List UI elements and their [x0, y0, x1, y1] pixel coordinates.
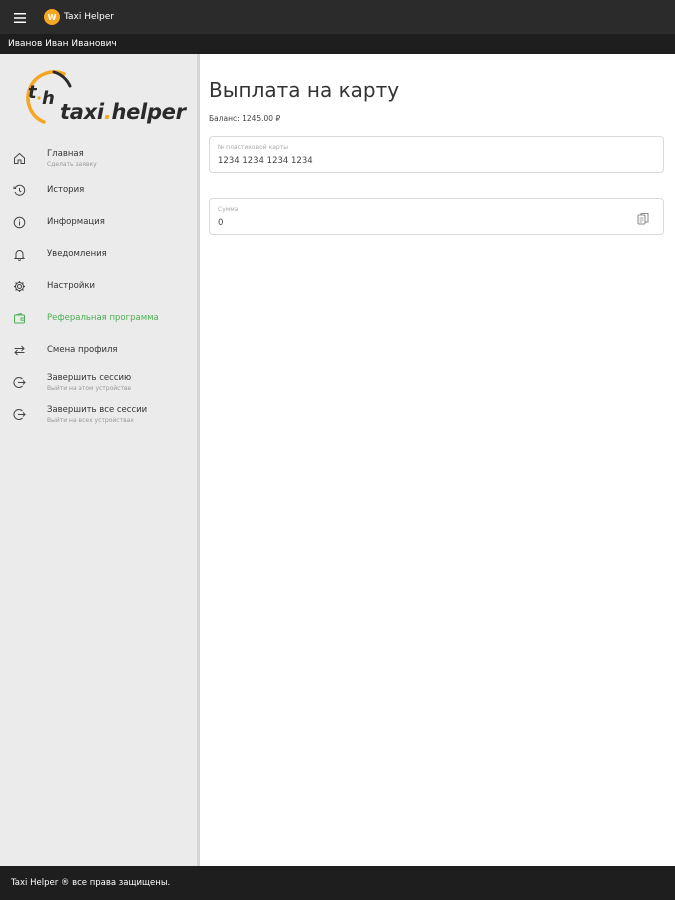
sidebar-item-label: Реферальная программа: [47, 313, 159, 323]
app-title: Taxi Helper: [64, 12, 114, 22]
user-name-bar: Иванов Иван Иванович: [0, 34, 675, 54]
sidebar-item-label: Главная: [47, 148, 84, 159]
page-title: Выплата на карту: [209, 78, 400, 102]
svg-text:t: t: [28, 82, 38, 103]
sidebar-item-switch-profile[interactable]: Смена профиля: [0, 334, 197, 366]
gear-icon: [12, 279, 26, 293]
hamburger-icon: [14, 8, 26, 27]
sidebar-item-label: Завершить сессию: [47, 372, 132, 383]
swap-icon: [12, 343, 26, 357]
sidebar-item-label: Информация: [47, 217, 105, 227]
wallet-icon: [12, 311, 26, 325]
sidebar-item-sublabel: Выйти на этом устройстве: [47, 384, 132, 392]
sidebar-item-settings[interactable]: Настройки: [0, 270, 197, 302]
app-logo-icon: W: [44, 9, 60, 25]
sidebar-item-label: Уведомления: [47, 249, 107, 259]
copyright-text: Taxi Helper ® все права защищены.: [11, 878, 171, 888]
amount-input[interactable]: [218, 218, 618, 228]
footer: Taxi Helper ® все права защищены.: [0, 866, 675, 900]
user-name: Иванов Иван Иванович: [8, 39, 117, 49]
sidebar-item-info[interactable]: Информация: [0, 206, 197, 238]
svg-text:h: h: [42, 88, 55, 109]
sidebar-item-sublabel: Сделать заявку: [47, 160, 97, 168]
sidebar: t h taxi.helper Главная Сделать заявку И…: [0, 54, 200, 866]
brand-logo: t h taxi.helper: [0, 54, 197, 134]
brand-wordmark: taxi.helper: [60, 100, 186, 124]
history-icon: [12, 183, 26, 197]
sidebar-item-home[interactable]: Главная Сделать заявку: [0, 142, 197, 174]
sidebar-item-notifications[interactable]: Уведомления: [0, 238, 197, 270]
card-number-label: № пластиковой карты: [218, 144, 288, 151]
top-app-bar: W Taxi Helper: [0, 0, 675, 34]
sidebar-item-label: История: [47, 185, 85, 195]
amount-field[interactable]: Сумма: [209, 198, 664, 235]
sidebar-item-logout[interactable]: Завершить сессию Выйти на этом устройств…: [0, 366, 197, 398]
bell-icon: [12, 247, 26, 261]
paste-icon[interactable]: [637, 210, 649, 229]
logout-icon: [12, 375, 26, 389]
sidebar-item-referral[interactable]: Реферальная программа: [0, 302, 197, 334]
card-number-input[interactable]: [218, 156, 618, 166]
logout-all-icon: [12, 407, 26, 421]
sidebar-item-sublabel: Выйти на всех устройствах: [47, 416, 134, 424]
home-icon: [12, 151, 26, 165]
sidebar-nav: Главная Сделать заявку История Информаци…: [0, 142, 197, 430]
menu-button[interactable]: [0, 0, 40, 34]
main-content: Выплата на карту Баланс: 1245.00 ₽ № пла…: [203, 54, 675, 866]
sidebar-item-logout-all[interactable]: Завершить все сессии Выйти на всех устро…: [0, 398, 197, 430]
sidebar-item-label: Завершить все сессии: [47, 404, 148, 415]
info-icon: [12, 215, 26, 229]
sidebar-item-label: Настройки: [47, 281, 96, 291]
balance-text: Баланс: 1245.00 ₽: [209, 114, 281, 123]
amount-label: Сумма: [218, 206, 239, 213]
sidebar-item-label: Смена профиля: [47, 345, 118, 355]
sidebar-item-history[interactable]: История: [0, 174, 197, 206]
card-number-field[interactable]: № пластиковой карты: [209, 136, 664, 173]
